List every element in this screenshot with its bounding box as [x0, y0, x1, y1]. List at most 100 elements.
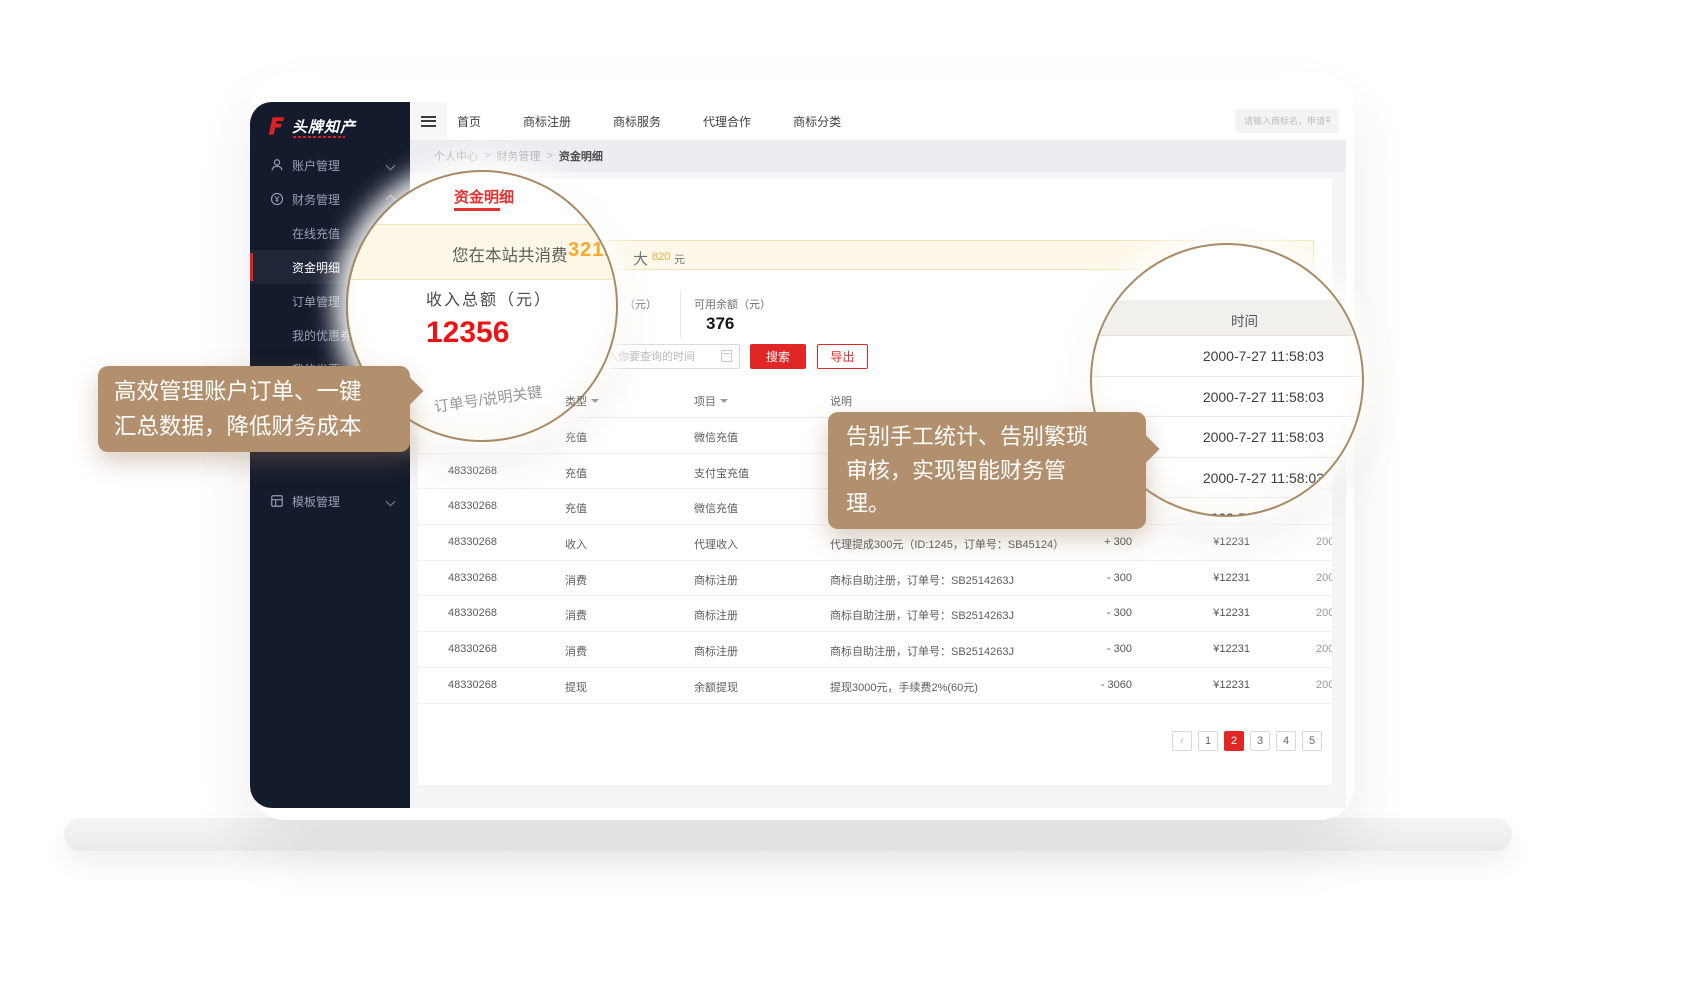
cell-order: 48330268 [448, 643, 497, 655]
sidebar-group-label: 财务管理 [292, 191, 340, 208]
finance-icon [270, 192, 284, 206]
consume-total-label: （元） [624, 296, 657, 312]
cell-desc: 商标自助注册，订单号：SB2514263J [830, 607, 1014, 623]
sidebar-group-label: 模板管理 [292, 493, 340, 510]
cell-desc: 提现3000元，手续费2%(60元) [830, 679, 978, 695]
income-total-value: 12356 [426, 316, 509, 350]
cell-type: 消费 [565, 643, 587, 659]
search-button[interactable]: 搜索 [750, 344, 806, 369]
breadcrumb-separator: > [484, 150, 490, 162]
time-column-header-band: 时间 [1092, 300, 1364, 336]
top-navbar: 首页商标注册商标服务代理合作商标分类 [410, 102, 1346, 140]
cell-amount: - 300 [1008, 572, 1132, 584]
notice-amount-magnified: 32124 [568, 239, 618, 262]
column-header-desc: 说明 [830, 393, 852, 409]
table-row[interactable]: 48330268收入代理收入代理提成300元（ID:1245，订单号：SB451… [418, 525, 1332, 561]
tooltip-right-line1: 告别手工统计、告别繁琐 [846, 420, 1128, 454]
cell-time: 2000-7-27 11:58:03 [1316, 679, 1332, 691]
cell-project: 余额提现 [694, 679, 738, 695]
tooltip-left: 高效管理账户订单、一键 汇总数据，降低财务成本 [98, 366, 410, 452]
cell-project: 商标注册 [694, 643, 738, 659]
pagination-page-4[interactable]: 4 [1276, 731, 1296, 751]
cell-order: 48330268 [448, 465, 497, 477]
sidebar-group-2[interactable]: 模板管理 [250, 484, 410, 518]
cell-time: 2000-7-27 11:58:03 [1316, 536, 1332, 548]
page-tab-underline [454, 208, 500, 211]
laptop-base [64, 818, 1512, 851]
cell-type: 充值 [565, 500, 587, 516]
hamburger-icon [421, 116, 436, 127]
cell-type: 提现 [565, 679, 587, 695]
notice-prefix-magnified: 您在本站共消费 [452, 242, 568, 266]
nav-item-3[interactable]: 代理合作 [682, 113, 772, 130]
pagination-page-5[interactable]: 5 [1302, 731, 1322, 751]
pagination-page-2[interactable]: 2 [1224, 731, 1244, 751]
column-header-type-label: 类型 [565, 393, 587, 409]
nav-item-0[interactable]: 首页 [436, 113, 502, 130]
sidebar-group-0[interactable]: 账户管理 [250, 148, 410, 182]
cell-type: 消费 [565, 607, 587, 623]
cell-project: 微信充值 [694, 429, 738, 445]
notice-mid-text: 大 [633, 248, 648, 269]
user-icon [270, 158, 284, 172]
cell-balance: ¥12231 [1142, 607, 1250, 619]
cell-time: 2000-7-27 11:58:03 [1316, 643, 1332, 655]
summary-divider [680, 290, 681, 338]
pagination-page-3[interactable]: 3 [1250, 731, 1270, 751]
notice-small-amount: 820 [652, 251, 670, 263]
column-header-project-label: 项目 [694, 393, 716, 409]
cell-desc: 商标自助注册，订单号：SB2514263J [830, 643, 1014, 659]
cell-order: 48330268 [448, 679, 497, 691]
sort-caret-icon [720, 399, 728, 403]
stage: 头牌知产 账户管理财务管理在线充值资金明细订单管理我的优惠券我的发票模板管理 首… [0, 0, 1696, 1002]
available-balance-label: 可用余额（元） [694, 296, 771, 312]
cell-amount: - 300 [1008, 607, 1132, 619]
export-button[interactable]: 导出 [817, 344, 868, 369]
tooltip-right-line3: 理。 [846, 487, 1128, 521]
cell-order: 48330268 [448, 500, 497, 512]
page-tab-funds-detail[interactable]: 资金明细 [454, 186, 514, 207]
cell-balance: ¥12231 [1142, 679, 1250, 691]
main-nav: 首页商标注册商标服务代理合作商标分类 [436, 102, 862, 140]
table-row[interactable]: 48330268消费商标注册商标自助注册，订单号：SB2514263J- 300… [418, 596, 1332, 632]
column-header-project[interactable]: 项目 [694, 393, 728, 409]
nav-item-2[interactable]: 商标服务 [592, 113, 682, 130]
column-header-desc-label: 说明 [830, 393, 852, 409]
tooltip-right-line2: 审核，实现智能财务管 [846, 454, 1128, 488]
brand-name: 头牌知产 [292, 116, 356, 137]
column-header-type[interactable]: 类型 [565, 393, 599, 409]
breadcrumb: 个人中心>财务管理>资金明细 [410, 140, 1346, 172]
table-row[interactable]: 48330268 消费 商标注册 商标自助注册，订单号：SB2514263J- 300… [418, 632, 1332, 668]
calendar-icon[interactable] [721, 350, 732, 362]
breadcrumb-item-0[interactable]: 个人中心 [434, 148, 478, 164]
cell-desc: 商标自助注册，订单号：SB2514263J [830, 572, 1014, 588]
breadcrumb-item-2[interactable]: 资金明细 [559, 148, 603, 164]
trademark-search-input[interactable] [1235, 109, 1339, 133]
brand-logo[interactable]: 头牌知产 [266, 112, 406, 148]
cell-type: 收入 [565, 536, 587, 552]
tooltip-right: 告别手工统计、告别繁琐 审核，实现智能财务管 理。 [828, 412, 1146, 529]
cell-type: 充值 [565, 429, 587, 445]
pagination-prev-button[interactable]: ‹ [1172, 731, 1192, 751]
cell-type: 消费 [565, 572, 587, 588]
chevron-down-icon [386, 160, 396, 170]
cell-amount: + 300 [1008, 536, 1132, 548]
cell-balance: ¥12231 [1142, 572, 1250, 584]
cell-project: 代理收入 [694, 536, 738, 552]
cell-amount: - 300 [1008, 643, 1132, 655]
cell-order: 48330268 [448, 536, 497, 548]
breadcrumb-item-1[interactable]: 财务管理 [496, 148, 540, 164]
table-row[interactable]: 48330268提现余额提现提现3000元，手续费2%(60元)- 3060¥1… [418, 668, 1332, 704]
nav-item-1[interactable]: 商标注册 [502, 113, 592, 130]
brand-subline [293, 136, 345, 138]
table-row[interactable]: 48330268消费商标注册商标自助注册，订单号：SB2514263J- 300… [418, 561, 1332, 597]
nav-item-4[interactable]: 商标分类 [772, 113, 862, 130]
pagination-page-1[interactable]: 1 [1198, 731, 1218, 751]
available-balance-value: 376 [706, 314, 734, 334]
cell-order: 48330268 [448, 572, 497, 584]
cell-project: 支付宝充值 [694, 465, 749, 481]
sort-caret-icon [591, 399, 599, 403]
column-header-time: 时间 [1231, 310, 1258, 330]
magnified-time-row: 2000-7-27 11:58:03 [1092, 336, 1364, 377]
cell-time: 2000-7-27 11:58:03 [1316, 607, 1332, 619]
